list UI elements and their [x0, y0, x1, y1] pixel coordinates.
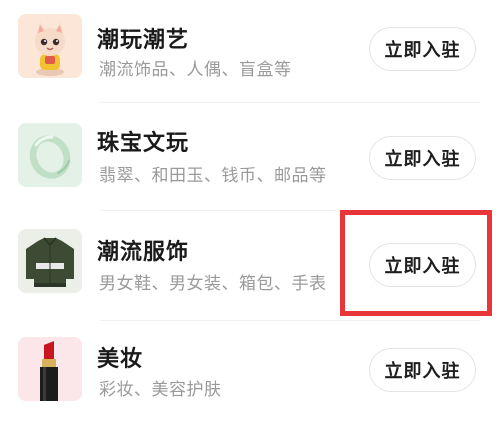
category-list: 潮玩潮艺 潮流饰品、人偶、盲盒等 立即入驻 珠宝文玩 翡翠、和田玉、钱币、邮品等… — [0, 0, 502, 409]
settle-in-button[interactable]: 立即入驻 — [369, 27, 476, 71]
category-description: 潮流饰品、人偶、盲盒等 — [99, 60, 292, 80]
jacket-icon — [18, 229, 82, 293]
settle-in-button[interactable]: 立即入驻 — [369, 348, 476, 392]
category-description: 翡翠、和田玉、钱币、邮品等 — [99, 166, 327, 186]
category-title: 珠宝文玩 — [97, 131, 190, 156]
cartoon-figure-icon — [18, 14, 82, 78]
jade-bangle-icon — [18, 123, 82, 187]
category-row-chaowan: 潮玩潮艺 潮流饰品、人偶、盲盒等 立即入驻 — [0, 0, 502, 100]
settle-in-button[interactable]: 立即入驻 — [369, 243, 476, 287]
settle-in-button[interactable]: 立即入驻 — [369, 136, 476, 180]
lipstick-icon — [18, 337, 82, 401]
category-description: 男女鞋、男女装、箱包、手表 — [99, 274, 327, 294]
category-title: 潮流服饰 — [97, 240, 190, 265]
category-row-meizhuang: 美妆 彩妆、美容护肤 立即入驻 — [0, 321, 502, 421]
category-row-fushi: 潮流服饰 男女鞋、男女装、箱包、手表 立即入驻 — [0, 211, 502, 311]
category-title: 美妆 — [97, 347, 144, 372]
category-title: 潮玩潮艺 — [97, 28, 190, 53]
category-description: 彩妆、美容护肤 — [99, 380, 222, 400]
category-row-zhubao: 珠宝文玩 翡翠、和田玉、钱币、邮品等 立即入驻 — [0, 103, 502, 203]
